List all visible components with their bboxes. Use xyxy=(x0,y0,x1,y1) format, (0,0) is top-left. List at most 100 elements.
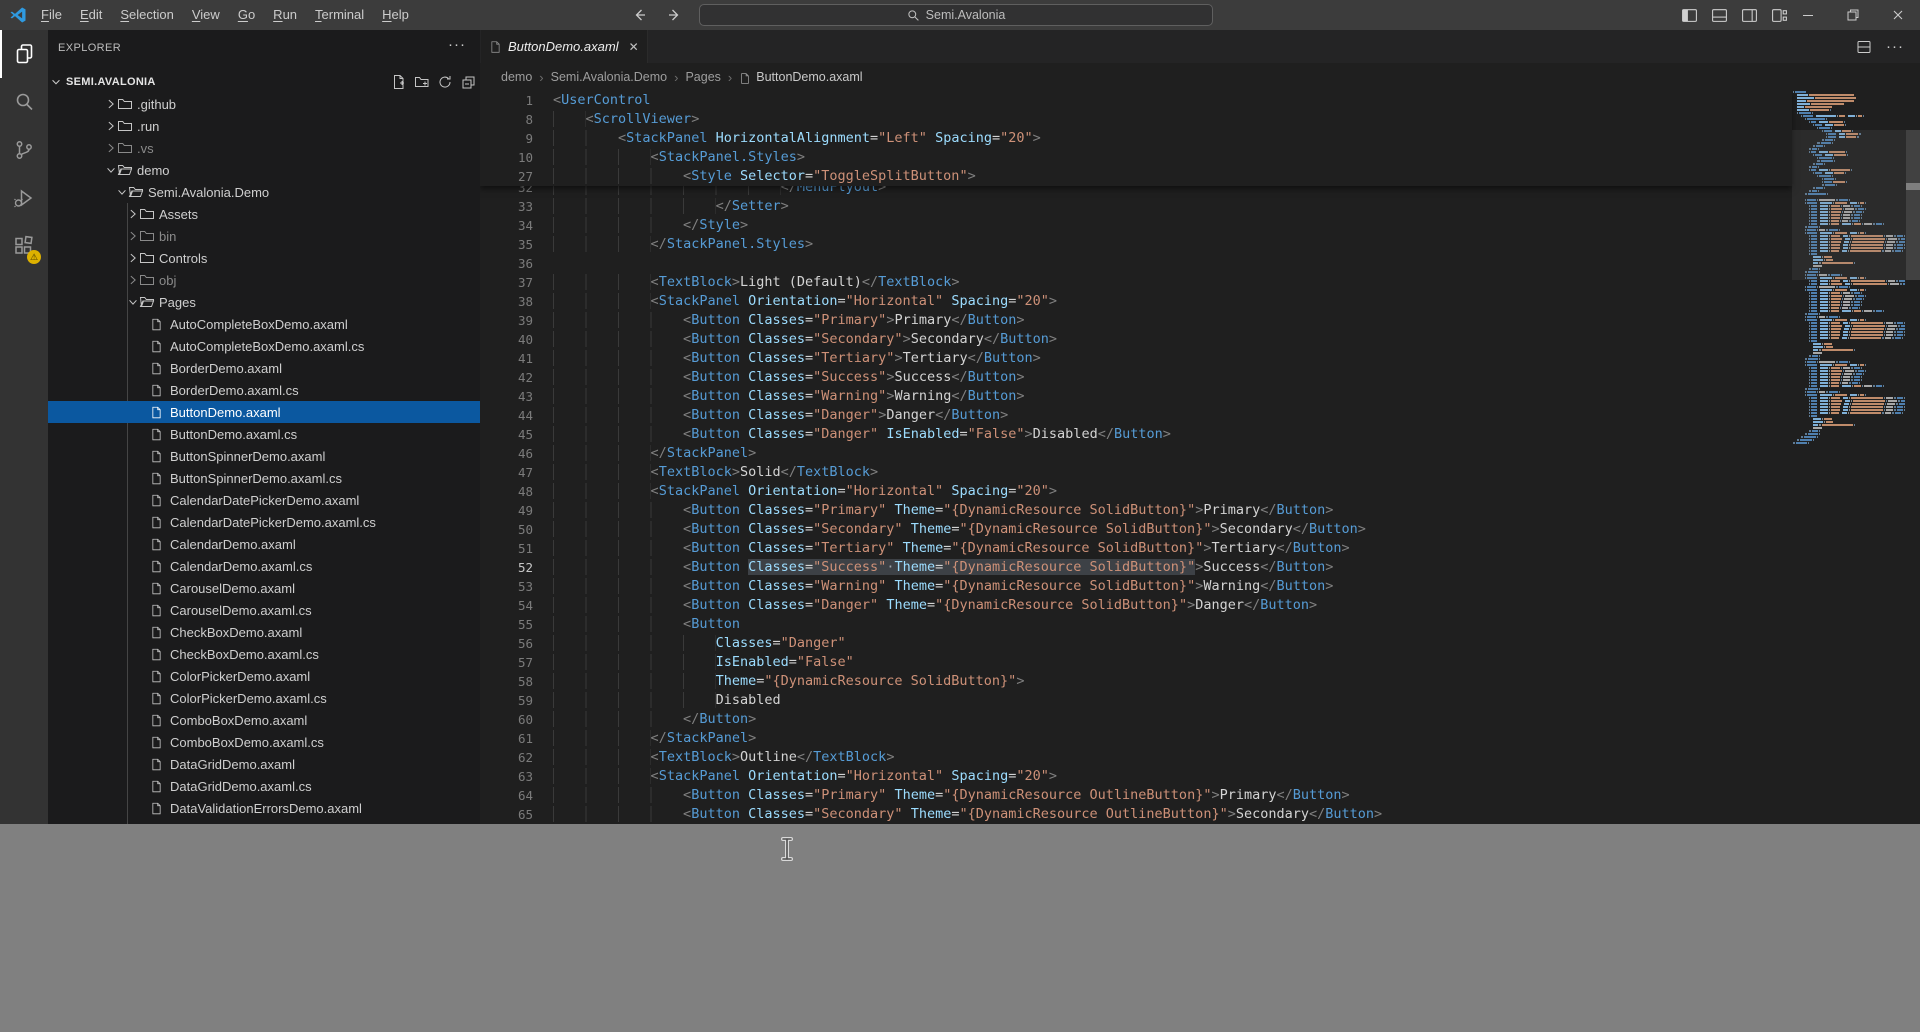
code-line-43[interactable]: 43 <Button Classes="Warning">Warning</Bu… xyxy=(480,387,1792,406)
tree-file-BorderDemo.axaml.cs[interactable]: BorderDemo.axaml.cs xyxy=(48,379,480,401)
tree-file-ButtonDemo.axaml.cs[interactable]: ButtonDemo.axaml.cs xyxy=(48,423,480,445)
code-line-59[interactable]: 59 Disabled xyxy=(480,691,1792,710)
code-line-42[interactable]: 42 <Button Classes="Success">Success</Bu… xyxy=(480,368,1792,387)
back-icon[interactable] xyxy=(628,3,652,27)
code-line-46[interactable]: 46 </StackPanel> xyxy=(480,444,1792,463)
code-line-27[interactable]: 27 <Style Selector="ToggleSplitButton"> xyxy=(480,167,1792,186)
tree-file-CalendarDemo.axaml[interactable]: CalendarDemo.axaml xyxy=(48,533,480,555)
refresh-icon[interactable] xyxy=(437,74,453,90)
code-line-48[interactable]: 48 <StackPanel Orientation="Horizontal" … xyxy=(480,482,1792,501)
code-line-60[interactable]: 60 </Button> xyxy=(480,710,1792,729)
code-line-9[interactable]: 9 <StackPanel HorizontalAlignment="Left"… xyxy=(480,129,1792,148)
tree-file-DataGridDemo.axaml[interactable]: DataGridDemo.axaml xyxy=(48,753,480,775)
minimize-icon[interactable] xyxy=(1785,0,1830,30)
code-line-1[interactable]: 1<UserControl xyxy=(480,91,1792,110)
code-line-36[interactable]: 36 xyxy=(480,254,1792,273)
collapse-all-icon[interactable] xyxy=(460,74,476,90)
tree-folder-bin[interactable]: bin xyxy=(48,225,480,247)
scrollbar-thumb[interactable] xyxy=(1906,130,1920,280)
code-line-63[interactable]: 63 <StackPanel Orientation="Horizontal" … xyxy=(480,767,1792,786)
tree-file-BorderDemo.axaml[interactable]: BorderDemo.axaml xyxy=(48,357,480,379)
code-line-50[interactable]: 50 <Button Classes="Secondary" Theme="{D… xyxy=(480,520,1792,539)
code-line-49[interactable]: 49 <Button Classes="Primary" Theme="{Dyn… xyxy=(480,501,1792,520)
tree-file-ButtonDemo.axaml[interactable]: ButtonDemo.axaml xyxy=(48,401,480,423)
code-line-37[interactable]: 37 <TextBlock>Light (Default)</TextBlock… xyxy=(480,273,1792,292)
code-line-45[interactable]: 45 <Button Classes="Danger" IsEnabled="F… xyxy=(480,425,1792,444)
activity-run-debug[interactable] xyxy=(0,174,48,222)
code-line-53[interactable]: 53 <Button Classes="Warning" Theme="{Dyn… xyxy=(480,577,1792,596)
tree-file-CheckBoxDemo.axaml.cs[interactable]: CheckBoxDemo.axaml.cs xyxy=(48,643,480,665)
code-line-33[interactable]: 33 </Setter> xyxy=(480,197,1792,216)
menu-help[interactable]: Help xyxy=(373,0,418,30)
menu-terminal[interactable]: Terminal xyxy=(306,0,373,30)
code-area[interactable]: 32 </MenuFlyout>33 </Setter>34 </Style>3… xyxy=(480,91,1920,824)
code-line-8[interactable]: 8 <ScrollViewer> xyxy=(480,110,1792,129)
code-line-62[interactable]: 62 <TextBlock>Outline</TextBlock> xyxy=(480,748,1792,767)
code-line-55[interactable]: 55 <Button xyxy=(480,615,1792,634)
code-line-40[interactable]: 40 <Button Classes="Secondary">Secondary… xyxy=(480,330,1792,349)
tree-file-CalendarDemo.axaml.cs[interactable]: CalendarDemo.axaml.cs xyxy=(48,555,480,577)
code-line-39[interactable]: 39 <Button Classes="Primary">Primary</Bu… xyxy=(480,311,1792,330)
forward-icon[interactable] xyxy=(662,3,686,27)
tree-file-ComboBoxDemo.axaml[interactable]: ComboBoxDemo.axaml xyxy=(48,709,480,731)
tree-file-AutoCompleteBoxDemo.axaml[interactable]: AutoCompleteBoxDemo.axaml xyxy=(48,313,480,335)
toggle-panel-icon[interactable] xyxy=(1704,0,1734,30)
tree-file-AutoCompleteBoxDemo.axaml.cs[interactable]: AutoCompleteBoxDemo.axaml.cs xyxy=(48,335,480,357)
tree-folder-Assets[interactable]: Assets xyxy=(48,203,480,225)
new-folder-icon[interactable] xyxy=(414,74,430,90)
tree-file-CalendarDatePickerDemo.axaml[interactable]: CalendarDatePickerDemo.axaml xyxy=(48,489,480,511)
menu-edit[interactable]: Edit xyxy=(71,0,111,30)
code-line-64[interactable]: 64 <Button Classes="Primary" Theme="{Dyn… xyxy=(480,786,1792,805)
tree-file-DataValidationErrorsDemo.axaml[interactable]: DataValidationErrorsDemo.axaml xyxy=(48,797,480,819)
tab-close-icon[interactable]: ✕ xyxy=(629,40,639,54)
code-line-65[interactable]: 65 <Button Classes="Secondary" Theme="{D… xyxy=(480,805,1792,824)
tab-buttondemo[interactable]: ButtonDemo.axaml ✕ xyxy=(481,30,648,63)
code-line-56[interactable]: 56 Classes="Danger" xyxy=(480,634,1792,653)
minimap-slider[interactable] xyxy=(1792,130,1906,280)
menu-file[interactable]: File xyxy=(32,0,71,30)
command-center-search[interactable]: Semi.Avalonia xyxy=(699,4,1213,26)
tree-file-DataGridDemo.axaml.cs[interactable]: DataGridDemo.axaml.cs xyxy=(48,775,480,797)
more-actions-icon[interactable]: ··· xyxy=(1886,38,1904,55)
tree-folder-.github[interactable]: .github xyxy=(48,93,480,115)
tree-file-ColorPickerDemo.axaml[interactable]: ColorPickerDemo.axaml xyxy=(48,665,480,687)
menu-selection[interactable]: Selection xyxy=(111,0,182,30)
breadcrumb-item-ButtonDemo.axaml[interactable]: ButtonDemo.axaml xyxy=(756,70,862,84)
split-editor-icon[interactable] xyxy=(1856,39,1872,55)
code-line-57[interactable]: 57 IsEnabled="False" xyxy=(480,653,1792,672)
code-line-10[interactable]: 10 <StackPanel.Styles> xyxy=(480,148,1792,167)
sticky-scroll[interactable]: 1<UserControl8 <ScrollViewer>9 <StackPan… xyxy=(480,91,1792,186)
activity-source-control[interactable] xyxy=(0,126,48,174)
tree-file-CarouselDemo.axaml[interactable]: CarouselDemo.axaml xyxy=(48,577,480,599)
tree-file-CarouselDemo.axaml.cs[interactable]: CarouselDemo.axaml.cs xyxy=(48,599,480,621)
explorer-more-icon[interactable]: ··· xyxy=(448,36,466,53)
tree-folder-.run[interactable]: .run xyxy=(48,115,480,137)
menu-view[interactable]: View xyxy=(183,0,229,30)
code-line-47[interactable]: 47 <TextBlock>Solid</TextBlock> xyxy=(480,463,1792,482)
activity-search[interactable] xyxy=(0,78,48,126)
code-line-44[interactable]: 44 <Button Classes="Danger">Danger</Butt… xyxy=(480,406,1792,425)
code-line-61[interactable]: 61 </StackPanel> xyxy=(480,729,1792,748)
tree-file-CalendarDatePickerDemo.axaml.cs[interactable]: CalendarDatePickerDemo.axaml.cs xyxy=(48,511,480,533)
tree-folder-Controls[interactable]: Controls xyxy=(48,247,480,269)
breadcrumb-item-demo[interactable]: demo xyxy=(501,70,532,84)
code-line-38[interactable]: 38 <StackPanel Orientation="Horizontal" … xyxy=(480,292,1792,311)
tree-folder-Semi.Avalonia.Demo[interactable]: Semi.Avalonia.Demo xyxy=(48,181,480,203)
toggle-secondary-sidebar-icon[interactable] xyxy=(1734,0,1764,30)
code-line-58[interactable]: 58 Theme="{DynamicResource SolidButton}"… xyxy=(480,672,1792,691)
menu-run[interactable]: Run xyxy=(264,0,306,30)
tree-file-CheckBoxDemo.axaml[interactable]: CheckBoxDemo.axaml xyxy=(48,621,480,643)
toggle-sidebar-icon[interactable] xyxy=(1674,0,1704,30)
scrollbar-track[interactable] xyxy=(1906,91,1920,824)
breadcrumb-item-Semi.Avalonia.Demo[interactable]: Semi.Avalonia.Demo xyxy=(551,70,668,84)
breadcrumb-item-Pages[interactable]: Pages xyxy=(685,70,720,84)
code-line-52[interactable]: 52 <Button Classes="Success"·Theme="{Dyn… xyxy=(480,558,1792,577)
code-line-41[interactable]: 41 <Button Classes="Tertiary">Tertiary</… xyxy=(480,349,1792,368)
close-icon[interactable] xyxy=(1875,0,1920,30)
tree-file-ComboBoxDemo.axaml.cs[interactable]: ComboBoxDemo.axaml.cs xyxy=(48,731,480,753)
code-line-51[interactable]: 51 <Button Classes="Tertiary" Theme="{Dy… xyxy=(480,539,1792,558)
restore-icon[interactable] xyxy=(1830,0,1875,30)
new-file-icon[interactable] xyxy=(391,74,407,90)
tree-file-ButtonSpinnerDemo.axaml.cs[interactable]: ButtonSpinnerDemo.axaml.cs xyxy=(48,467,480,489)
activity-explorer[interactable] xyxy=(0,30,48,78)
